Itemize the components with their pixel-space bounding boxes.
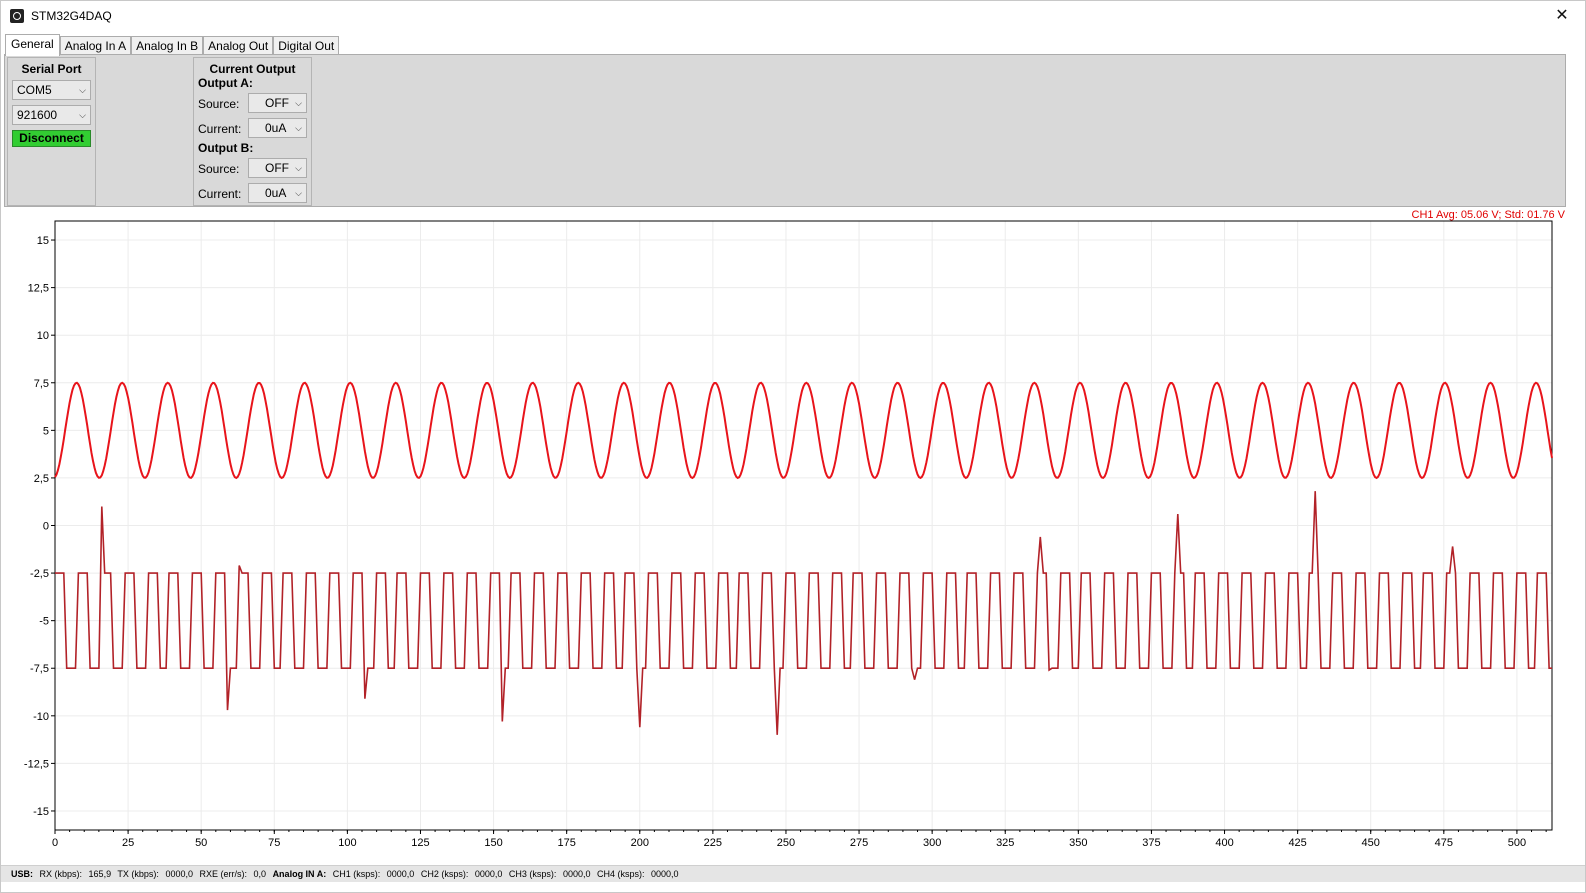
y-tick-label: 12,5 xyxy=(28,283,49,295)
tab-strip: General Analog In A Analog In B Analog O… xyxy=(5,34,340,56)
output-a-source-value: OFF xyxy=(265,96,289,110)
x-tick-label: 0 xyxy=(52,837,58,849)
status-ch3-value: 0000,0 xyxy=(562,869,591,879)
output-a-source-label: Source: xyxy=(198,97,240,111)
status-ch4-label: CH4 (ksps): xyxy=(596,869,645,879)
x-tick-label: 75 xyxy=(268,837,280,849)
output-b-source-label: Source: xyxy=(198,162,240,176)
x-tick-label: 350 xyxy=(1069,837,1087,849)
disconnect-button[interactable]: Disconnect xyxy=(12,130,91,147)
x-tick-label: 150 xyxy=(484,837,502,849)
signal-chart[interactable]: 0 25 50 75 100 125 150 175 200 225 250 275 300 325 350… xyxy=(1,208,1586,863)
chevron-down-icon: ⌵ xyxy=(79,85,86,95)
chevron-down-icon: ⌵ xyxy=(79,110,86,120)
status-ch1-value: 0000,0 xyxy=(386,869,415,879)
x-tick-label: 50 xyxy=(195,837,207,849)
x-tick-label: 500 xyxy=(1508,837,1526,849)
x-tick-label: 125 xyxy=(411,837,429,849)
output-a-heading: Output A: xyxy=(198,76,253,90)
x-tick-label: 175 xyxy=(557,837,575,849)
tab-analog-in-b[interactable]: Analog In B xyxy=(131,36,204,56)
output-b-current-select[interactable]: 0uA ⌵ xyxy=(248,183,307,203)
tab-analog-in-a[interactable]: Analog In A xyxy=(59,36,132,56)
serial-port-title: Serial Port xyxy=(21,62,82,76)
plot-area[interactable]: CH1 Avg: 05.06 V; Std: 01.76 V 0 25 50 75 10… xyxy=(1,208,1586,863)
status-rx-label: RX (kbps): xyxy=(39,869,83,879)
x-tick-label: 400 xyxy=(1215,837,1233,849)
y-tick-label: -5 xyxy=(39,616,49,628)
tab-analog-out[interactable]: Analog Out xyxy=(203,36,274,56)
window-title: STM32G4DAQ xyxy=(31,9,112,23)
chevron-down-icon: ⌵ xyxy=(295,123,302,133)
x-tick-label: 225 xyxy=(704,837,722,849)
y-tick-label: -12,5 xyxy=(24,758,49,770)
output-b-current-label: Current: xyxy=(198,187,242,201)
status-ch2-value: 0000,0 xyxy=(474,869,503,879)
app-window: STM32G4DAQ ✕ General Analog In A Analog … xyxy=(0,0,1586,893)
baud-select[interactable]: 921600 ⌵ xyxy=(12,105,91,125)
output-b-source-value: OFF xyxy=(265,161,289,175)
status-ch1-label: CH1 (ksps): xyxy=(332,869,381,879)
current-output-title: Current Output xyxy=(209,62,296,76)
series-ch2-square xyxy=(55,491,1552,735)
output-a-current-select[interactable]: 0uA ⌵ xyxy=(248,118,307,138)
x-tick-label: 25 xyxy=(122,837,134,849)
status-ch4-value: 0000,0 xyxy=(651,869,679,879)
chevron-down-icon: ⌵ xyxy=(295,98,302,108)
serial-port-group: Serial Port COM5 ⌵ 921600 ⌵ Disconnect xyxy=(7,57,96,206)
title-bar: STM32G4DAQ ✕ xyxy=(1,1,1585,31)
x-tick-label: 450 xyxy=(1362,837,1380,849)
status-ain-key: Analog IN A: xyxy=(272,869,327,879)
chevron-down-icon: ⌵ xyxy=(295,188,302,198)
close-button[interactable]: ✕ xyxy=(1539,1,1585,31)
status-tx-label: TX (kbps): xyxy=(117,869,159,879)
y-tick-label: 15 xyxy=(37,235,49,247)
baud-value: 921600 xyxy=(17,108,58,122)
x-tick-label: 300 xyxy=(923,837,941,849)
general-panel: Serial Port COM5 ⌵ 921600 ⌵ Disconnect C… xyxy=(4,54,1566,207)
status-bar: USB: RX (kbps): 165,9 TX (kbps): 0000,0 … xyxy=(1,865,1585,882)
output-b-source-select[interactable]: OFF ⌵ xyxy=(248,158,307,178)
x-tick-label: 475 xyxy=(1435,837,1453,849)
x-tick-label: 100 xyxy=(338,837,356,849)
chevron-down-icon: ⌵ xyxy=(295,163,302,173)
x-tick-label: 250 xyxy=(777,837,795,849)
y-tick-label: 5 xyxy=(43,425,49,437)
status-rx-value: 165,9 xyxy=(88,869,112,879)
status-usb-key: USB: xyxy=(11,869,33,879)
y-tick-label: -7,5 xyxy=(30,663,49,675)
x-tick-label: 275 xyxy=(850,837,868,849)
app-logo-icon xyxy=(10,9,24,23)
port-value: COM5 xyxy=(17,83,52,97)
output-b-current-value: 0uA xyxy=(265,186,287,200)
output-a-source-select[interactable]: OFF ⌵ xyxy=(248,93,307,113)
status-rxe-label: RXE (err/s): xyxy=(199,869,248,879)
tab-digital-out[interactable]: Digital Out xyxy=(273,36,340,56)
y-tick-label: 7,5 xyxy=(34,378,49,390)
x-tick-label: 325 xyxy=(996,837,1014,849)
x-tick-label: 200 xyxy=(631,837,649,849)
output-a-current-value: 0uA xyxy=(265,121,287,135)
x-tick-label: 425 xyxy=(1288,837,1306,849)
status-ch2-label: CH2 (ksps): xyxy=(420,869,469,879)
output-b-heading: Output B: xyxy=(198,141,254,155)
port-select[interactable]: COM5 ⌵ xyxy=(12,80,91,100)
y-tick-label: -15 xyxy=(33,806,49,818)
y-tick-label: -10 xyxy=(33,711,49,723)
y-tick-label: -2,5 xyxy=(30,568,49,580)
tab-general[interactable]: General xyxy=(5,34,60,56)
y-tick-label: 2,5 xyxy=(34,473,49,485)
current-output-group: Current Output Output A: Source: OFF ⌵ C… xyxy=(193,57,312,206)
y-tick-label: 10 xyxy=(37,330,49,342)
output-a-current-label: Current: xyxy=(198,122,242,136)
status-tx-value: 0000,0 xyxy=(165,869,193,879)
x-tick-label: 375 xyxy=(1142,837,1160,849)
y-tick-label: 0 xyxy=(43,521,49,533)
status-rxe-value: 0,0 xyxy=(253,869,267,879)
status-ch3-label: CH3 (ksps): xyxy=(508,869,557,879)
